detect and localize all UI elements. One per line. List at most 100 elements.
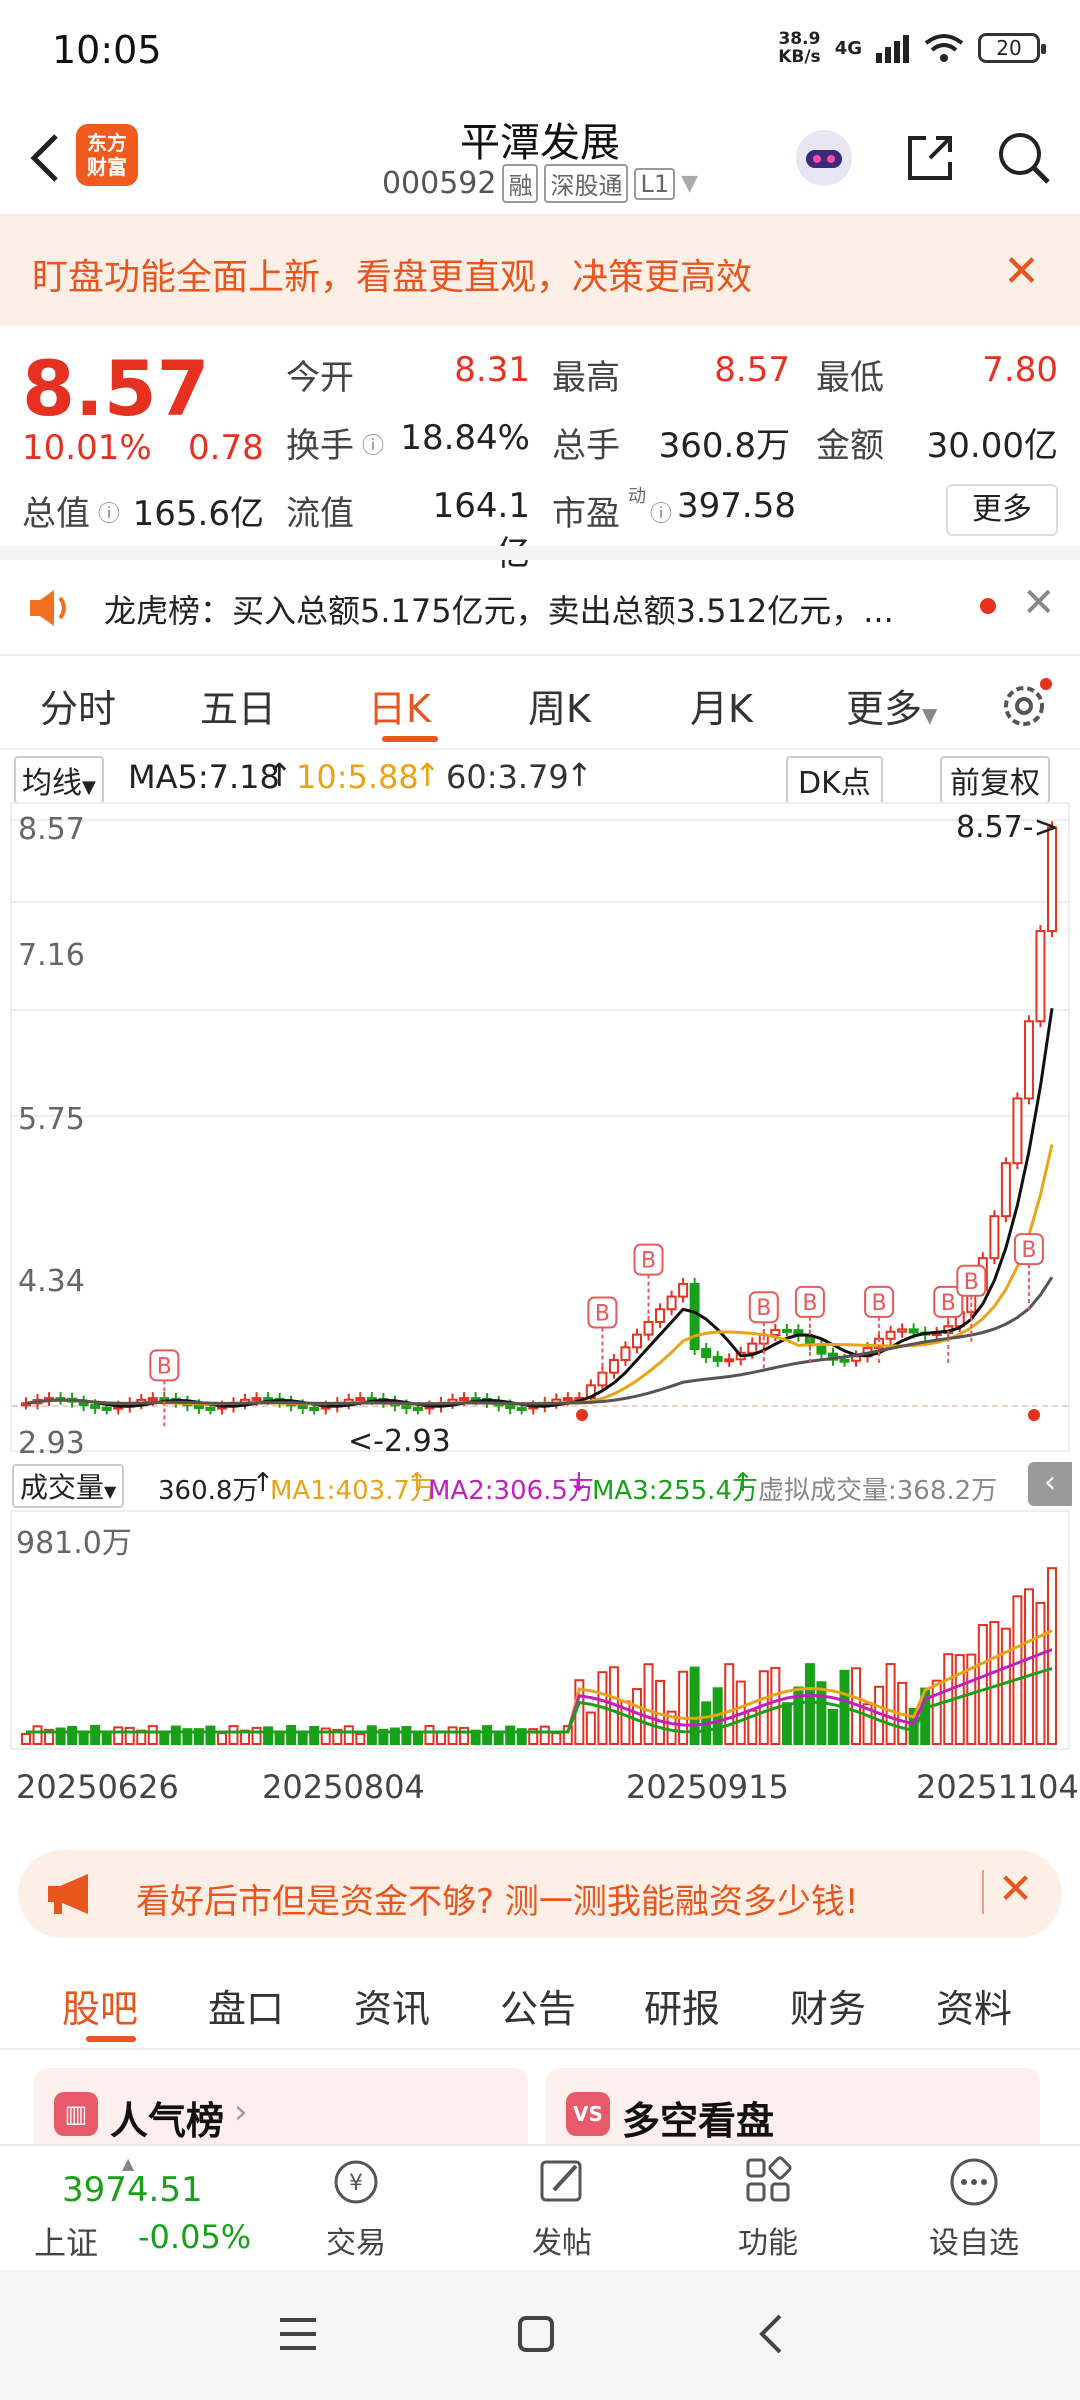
volume-bar xyxy=(482,1725,493,1745)
volume-selector[interactable]: 成交量▼ xyxy=(12,1464,125,1508)
tab-news[interactable]: 资讯 xyxy=(354,1978,430,2033)
dragon-tiger-ticker[interactable]: 龙虎榜：买入总额5.175亿元，卖出总额3.512亿元，... ✕ xyxy=(0,560,1080,656)
home-square-icon[interactable] xyxy=(514,2312,558,2356)
tab-weekly-k[interactable]: 周K xyxy=(528,678,591,733)
date-tick: 20250804 xyxy=(262,1768,425,1806)
info-icon[interactable]: ⓘ xyxy=(362,428,384,460)
candlestick-chart[interactable]: BBBBBBBBB 8.57 7.16 5.75 4.34 2.93 8.57-… xyxy=(10,802,1070,1461)
volume-bar xyxy=(1047,1567,1057,1745)
versus-icon: VS xyxy=(566,2092,610,2136)
volume-bar xyxy=(631,1688,642,1745)
svg-text:¥: ¥ xyxy=(349,2171,363,2196)
quote-panel: 8.57 10.01% 0.78 今开 8.31 最高 8.57 最低 7.80… xyxy=(0,326,1080,574)
volume-bar xyxy=(21,1733,31,1745)
candle-body xyxy=(839,1358,850,1363)
unread-dot xyxy=(980,598,996,614)
add-watchlist-button[interactable]: 设自选 xyxy=(904,2154,1044,2262)
volume-bar xyxy=(78,1731,89,1745)
tab-daily-k[interactable]: 日K xyxy=(368,678,431,733)
search-icon[interactable] xyxy=(994,128,1054,188)
candle-body xyxy=(908,1328,919,1334)
volume-bar xyxy=(459,1726,470,1746)
chart-period-tabs: 分时 五日 日K 周K 月K 更多▼ xyxy=(0,660,1080,750)
share-icon[interactable] xyxy=(900,128,960,188)
volume-indicator-row: 成交量▼ 360.8万 ↑ MA1:403.7万 ↑ MA2:306.5万 ↓ … xyxy=(0,1460,1080,1510)
candle-body xyxy=(193,1404,204,1409)
robot-assistant-icon[interactable] xyxy=(794,128,854,188)
date-tick: 20250626 xyxy=(16,1768,179,1806)
feature-cards: ▥ 人气榜 › VS 多空看盘 xyxy=(0,2052,1080,2158)
y-tick: 4.34 xyxy=(18,1264,85,1299)
volume-bar xyxy=(286,1725,297,1745)
volume-bar xyxy=(67,1725,78,1745)
candle-body xyxy=(1000,1162,1011,1218)
candle-body xyxy=(297,1404,308,1410)
functions-button[interactable]: 功能 xyxy=(698,2154,838,2262)
y-tick: 8.57 xyxy=(18,812,85,847)
volume-bar xyxy=(343,1725,354,1746)
bar-chart-icon: ▥ xyxy=(54,2092,98,2136)
tab-finance[interactable]: 财务 xyxy=(790,1978,866,2033)
volume-bar xyxy=(989,1621,1000,1745)
volume-bar xyxy=(816,1681,827,1746)
promo-text: 看好后市但是资金不够? 测一测我能融资多少钱! xyxy=(136,1882,859,1922)
more-button[interactable]: 更多 xyxy=(946,484,1058,536)
close-icon[interactable]: ✕ xyxy=(998,1864,1033,1913)
index-widget[interactable]: ▲ 3974.51 上证 -0.05% xyxy=(34,2154,274,2264)
high-value: 8.57 xyxy=(714,350,790,390)
volume-chart[interactable]: 981.0万 xyxy=(10,1510,1070,1750)
signal-icon xyxy=(876,35,909,63)
adjust-button[interactable]: 前复权 xyxy=(940,756,1050,804)
ma-selector[interactable]: 均线▼ xyxy=(14,756,104,804)
mktcap-value: 165.6亿 xyxy=(132,494,264,534)
tab-announcements[interactable]: 公告 xyxy=(500,1978,576,2033)
tab-five-day[interactable]: 五日 xyxy=(200,678,276,733)
volume-bar xyxy=(228,1725,239,1745)
nav-back-icon[interactable] xyxy=(752,2312,788,2356)
info-icon[interactable]: ⓘ xyxy=(650,496,672,528)
info-icon[interactable]: ⓘ xyxy=(98,496,120,528)
volume-bar xyxy=(885,1663,896,1745)
tab-profile[interactable]: 资料 xyxy=(936,1978,1012,2033)
feature-banner[interactable]: 盯盘功能全面上新，看盘更直观，决策更高效 ✕ xyxy=(0,216,1080,326)
close-icon[interactable]: ✕ xyxy=(1003,246,1040,297)
volume-bar xyxy=(205,1725,216,1746)
tab-more[interactable]: 更多▼ xyxy=(846,678,937,733)
menu-icon[interactable] xyxy=(276,2314,320,2354)
candle-body xyxy=(412,1407,423,1412)
volume-bar xyxy=(827,1708,838,1746)
buy-marker-label: B xyxy=(641,1249,656,1274)
candle-body xyxy=(770,1328,781,1336)
volume-bar xyxy=(585,1711,596,1745)
trade-button[interactable]: ¥ 交易 xyxy=(286,2154,426,2262)
buy-marker-label: B xyxy=(941,1291,956,1316)
tab-intraday[interactable]: 分时 xyxy=(40,678,116,733)
down-arrow-icon: ↓ xyxy=(568,1468,590,1498)
close-icon[interactable]: ✕ xyxy=(1022,580,1056,626)
tab-pankou[interactable]: 盘口 xyxy=(208,1978,284,2033)
volume-bar xyxy=(159,1732,170,1745)
tab-research[interactable]: 研报 xyxy=(644,1978,720,2033)
volume-bar xyxy=(977,1623,988,1745)
low-value: 7.80 xyxy=(982,350,1058,390)
post-button[interactable]: 发帖 xyxy=(492,2154,632,2262)
settings-gear-icon[interactable] xyxy=(996,674,1056,734)
ma-indicator-row: 均线▼ MA5:7.18 ↑ 10:5.88 ↑ 60:3.79 ↑ DK点 前… xyxy=(0,752,1080,804)
volume-bar xyxy=(32,1725,43,1745)
volume-bar xyxy=(90,1725,101,1746)
status-icons: 38.9 KB/s 4G 20 xyxy=(778,30,1046,66)
margin-promo-banner[interactable]: 看好后市但是资金不够? 测一测我能融资多少钱! ✕ xyxy=(18,1850,1062,1938)
tab-monthly-k[interactable]: 月K xyxy=(690,678,753,733)
collapse-panel-icon[interactable]: ‹ xyxy=(1028,1462,1072,1506)
volume-value: 360.8万 xyxy=(158,1476,259,1506)
promo-divider xyxy=(982,1870,984,1914)
volume-bar xyxy=(113,1726,124,1746)
tab-guba[interactable]: 股吧 xyxy=(62,1978,138,2033)
dk-point-button[interactable]: DK点 xyxy=(786,756,883,804)
low-price-label: <-2.93 xyxy=(348,1424,451,1459)
candle-body xyxy=(897,1328,908,1333)
stock-code: 000592 xyxy=(381,166,497,201)
volume-bar xyxy=(551,1732,562,1745)
candle-body xyxy=(747,1342,758,1354)
trade-icon: ¥ xyxy=(334,2160,378,2204)
